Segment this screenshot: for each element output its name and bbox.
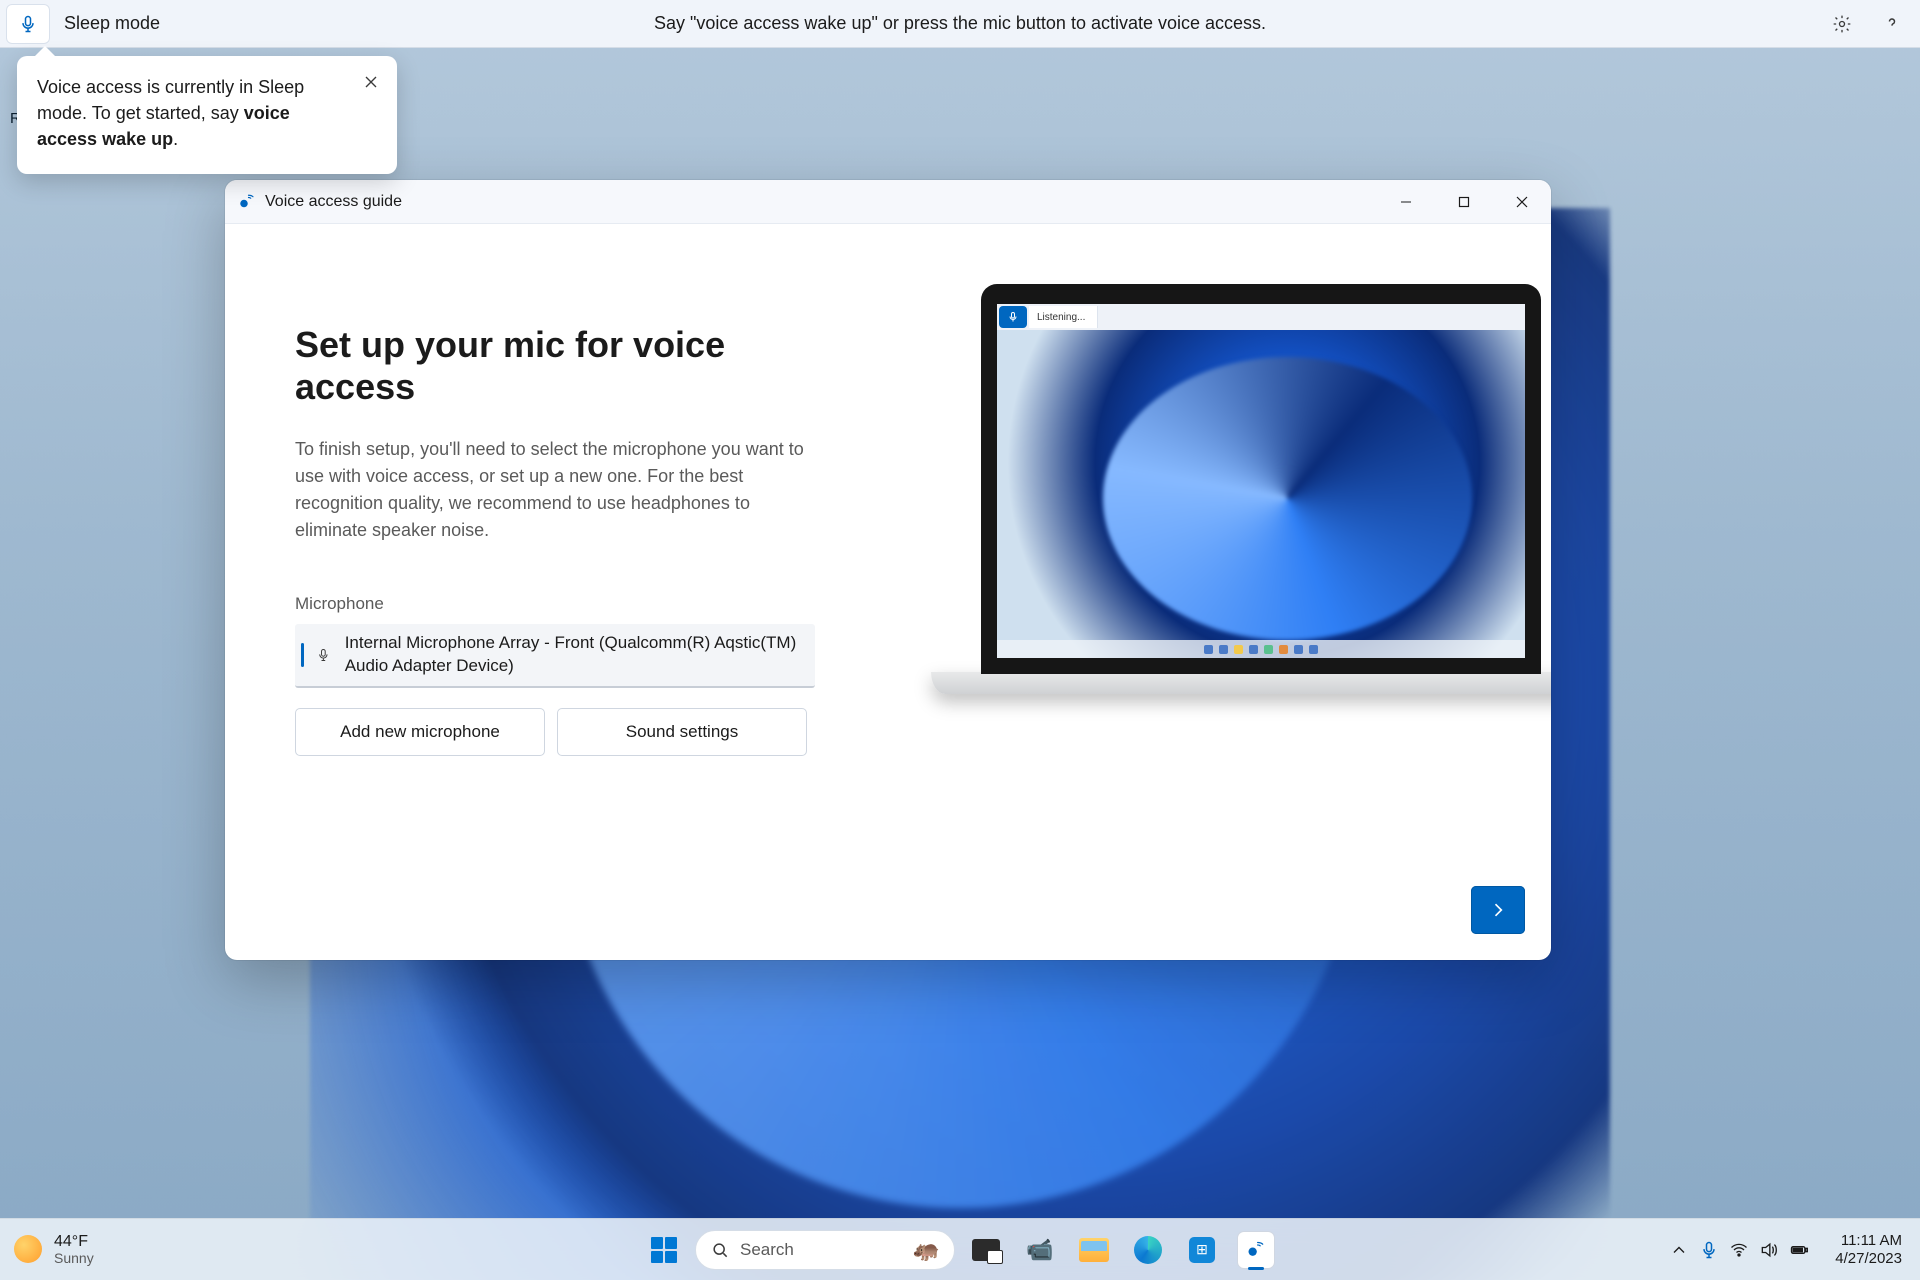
gear-icon — [1832, 14, 1852, 34]
voice-access-hint: Say "voice access wake up" or press the … — [654, 13, 1266, 34]
window-titlebar[interactable]: Voice access guide — [225, 180, 1551, 224]
voice-access-icon — [1238, 1232, 1274, 1268]
sound-settings-button[interactable]: Sound settings — [557, 708, 807, 756]
guide-heading: Set up your mic for voice access — [295, 324, 845, 408]
voice-access-sleep-tooltip: Voice access is currently in Sleep mode.… — [17, 56, 397, 174]
microsoft-store-button[interactable]: ⊞ — [1179, 1227, 1225, 1273]
microphone-selector[interactable]: Internal Microphone Array - Front (Qualc… — [295, 624, 815, 688]
task-view-button[interactable] — [963, 1227, 1009, 1273]
taskbar-clock[interactable]: 11:11 AM 4/27/2023 — [1827, 1228, 1910, 1271]
close-icon — [361, 72, 381, 92]
system-tray[interactable] — [1659, 1234, 1819, 1266]
microphone-icon — [18, 14, 38, 34]
selection-indicator — [301, 643, 304, 667]
taskbar: 44°F Sunny Search 🦛 📹 ⊞ — [0, 1218, 1920, 1280]
clock-date: 4/27/2023 — [1835, 1250, 1902, 1267]
voice-access-settings-button[interactable] — [1824, 6, 1860, 42]
clock-time: 11:11 AM — [1835, 1232, 1902, 1249]
window-title: Voice access guide — [265, 193, 402, 211]
voice-access-icon — [238, 193, 256, 211]
guide-description: To finish setup, you'll need to select t… — [295, 436, 805, 544]
microphone-field-label: Microphone — [295, 594, 845, 614]
setup-illustration: Listening... — [931, 284, 1551, 694]
wifi-icon — [1729, 1240, 1749, 1260]
voice-access-app-icon — [237, 192, 257, 212]
chevron-right-icon — [1488, 900, 1508, 920]
volume-icon — [1759, 1240, 1779, 1260]
weather-condition: Sunny — [54, 1251, 94, 1266]
voice-access-bar: Sleep mode Say "voice access wake up" or… — [0, 0, 1920, 48]
microphone-icon — [316, 645, 331, 665]
window-maximize-button[interactable] — [1435, 180, 1493, 224]
maximize-icon — [1458, 196, 1470, 208]
tooltip-text-suffix: . — [173, 129, 178, 149]
taskbar-search[interactable]: Search 🦛 — [695, 1230, 955, 1270]
windows-logo-icon — [651, 1237, 677, 1263]
folder-icon — [1079, 1238, 1109, 1262]
voice-access-taskbar-button[interactable] — [1233, 1227, 1279, 1273]
microphone-icon — [1699, 1240, 1719, 1260]
weather-sunny-icon — [14, 1235, 42, 1263]
edge-icon — [1134, 1236, 1162, 1264]
chat-button[interactable]: 📹 — [1017, 1227, 1063, 1273]
store-icon: ⊞ — [1189, 1237, 1215, 1263]
close-icon — [1516, 196, 1528, 208]
microphone-icon — [1007, 311, 1019, 323]
search-highlight-icon: 🦛 — [913, 1237, 940, 1263]
window-close-button[interactable] — [1493, 180, 1551, 224]
chevron-up-icon — [1669, 1240, 1689, 1260]
start-button[interactable] — [641, 1227, 687, 1273]
minimize-icon — [1400, 196, 1412, 208]
next-button[interactable] — [1471, 886, 1525, 934]
chat-icon: 📹 — [1025, 1235, 1055, 1265]
weather-temperature: 44°F — [54, 1233, 94, 1251]
search-icon — [710, 1240, 730, 1260]
edge-button[interactable] — [1125, 1227, 1171, 1273]
file-explorer-button[interactable] — [1071, 1227, 1117, 1273]
task-view-icon — [972, 1239, 1000, 1261]
search-placeholder: Search — [740, 1240, 794, 1260]
taskbar-weather-widget[interactable]: 44°F Sunny — [14, 1233, 94, 1266]
help-icon — [1882, 14, 1902, 34]
tooltip-close-button[interactable] — [359, 70, 383, 94]
voice-access-guide-window: Voice access guide Set up your mic for v… — [225, 180, 1551, 960]
voice-access-help-button[interactable] — [1874, 6, 1910, 42]
voice-access-mode-label: Sleep mode — [64, 13, 160, 34]
microphone-device-name: Internal Microphone Array - Front (Qualc… — [345, 632, 805, 678]
window-minimize-button[interactable] — [1377, 180, 1435, 224]
illustration-status-label: Listening... — [1029, 306, 1098, 328]
battery-icon — [1789, 1240, 1809, 1260]
voice-access-mic-button[interactable] — [6, 4, 50, 44]
add-new-microphone-button[interactable]: Add new microphone — [295, 708, 545, 756]
